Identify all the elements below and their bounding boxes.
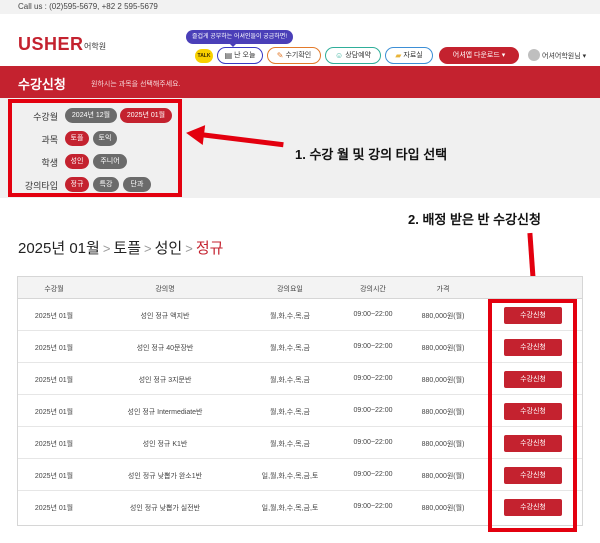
nav-today-button[interactable]: ▤ 난 오늘 — [217, 47, 263, 64]
cell-price: 880,000원(월) — [421, 313, 465, 320]
site-header: USHER 어학원 즐겁게 공부하는 어셔인들이 궁금하면! TALK ▤ 난 오… — [0, 14, 600, 64]
cell-month: 2025년 01월 — [34, 345, 74, 352]
cell-days: 월,화,수,목,금 — [270, 409, 310, 416]
cell-time: 09:00~22:00 — [353, 407, 393, 414]
breadcrumb-separator: > — [185, 241, 193, 256]
person-icon: ☺ — [335, 51, 344, 60]
highlight-box-enroll — [488, 299, 577, 532]
cell-time: 09:00~22:00 — [353, 471, 393, 478]
breadcrumb: 2025년 01월 > 토플 > 성인 > 정규 — [18, 237, 223, 258]
cell-price: 880,000원(월) — [421, 505, 465, 512]
cell-days: 월,화,수,목,금 — [270, 345, 310, 352]
logo[interactable]: USHER — [18, 34, 84, 55]
promo-tooltip: 즐겁게 공부하는 어셔인들이 궁금하면! — [186, 30, 293, 47]
highlight-box-filters — [8, 99, 182, 197]
cell-course-name: 성인 정규 낮뽑가 완소1반 — [127, 473, 203, 480]
cell-days: 일,월,화,수,목,금,토 — [261, 505, 319, 512]
cell-month: 2025년 01월 — [34, 409, 74, 416]
page-banner: 수강신청 원하시는 과목을 선택해주세요. — [0, 66, 600, 98]
cell-course-name: 성인 정규 Intermediate반 — [127, 409, 203, 416]
cell-course-name: 성인 정규 액지반 — [140, 313, 190, 320]
cell-time: 09:00~22:00 — [353, 439, 393, 446]
breadcrumb-month: 2025년 01월 — [18, 240, 100, 257]
breadcrumb-separator: > — [102, 241, 111, 256]
annotation-step-2: 2. 배정 받은 반 수강신청 — [408, 212, 541, 227]
annotation-arrowhead-1 — [184, 122, 206, 146]
nav-review-button[interactable]: ✎ 수기확인 — [267, 47, 321, 64]
logo-subtitle: 어학원 — [84, 42, 107, 51]
pencil-icon: ✎ — [276, 51, 284, 60]
cell-days: 월,화,수,목,금 — [270, 377, 310, 384]
page-title: 수강신청 — [18, 77, 66, 92]
breadcrumb-subject: 토플 — [113, 240, 142, 257]
cell-month: 2025년 01월 — [34, 377, 74, 384]
annotation-arrow-2 — [527, 232, 536, 280]
cell-course-name: 성인 정규 K1반 — [142, 441, 188, 448]
cell-time: 09:00~22:00 — [353, 311, 393, 318]
cell-month: 2025년 01월 — [34, 473, 74, 480]
col-days: 강의요일 — [277, 286, 303, 293]
app-download-button[interactable]: 어셔앱 다운로드 ▾ — [439, 47, 519, 64]
breadcrumb-type: 정규 — [195, 240, 224, 257]
cell-price: 880,000원(월) — [421, 441, 465, 448]
user-menu[interactable]: 어셔어학원님 ▾ — [528, 49, 586, 61]
cell-course-name: 성인 정규 낮뽑가 실전반 — [129, 505, 201, 512]
kakao-talk-icon[interactable]: TALK — [195, 49, 213, 63]
cell-month: 2025년 01월 — [34, 313, 74, 320]
cell-days: 월,화,수,목,금 — [270, 441, 310, 448]
cell-time: 09:00~22:00 — [353, 343, 393, 350]
cell-month: 2025년 01월 — [34, 505, 74, 512]
cell-month: 2025년 01월 — [34, 441, 74, 448]
breadcrumb-student: 성인 — [154, 240, 183, 257]
col-course-name: 강의명 — [155, 286, 175, 293]
cell-price: 880,000원(월) — [421, 377, 465, 384]
col-time: 강의시간 — [360, 286, 386, 293]
nav-consult-button[interactable]: ☺ 상담예약 — [325, 47, 381, 64]
col-month: 수강월 — [44, 286, 64, 293]
nav-resources-button[interactable]: ▰ 자료실 — [385, 47, 433, 64]
cell-price: 880,000원(월) — [421, 473, 465, 480]
cell-days: 일,월,화,수,목,금,토 — [261, 473, 319, 480]
cell-time: 09:00~22:00 — [353, 375, 393, 382]
avatar — [528, 49, 540, 61]
cell-course-name: 성인 정규 40문장반 — [136, 345, 194, 352]
call-info: Call us : (02)595-5679, +82 2 595-5679 — [0, 0, 600, 14]
cell-course-name: 성인 정규 3지문반 — [138, 377, 192, 384]
calendar-icon: ▤ — [224, 51, 233, 60]
annotation-step-1: 1. 수강 월 및 강의 타입 선택 — [295, 147, 448, 162]
page-subtitle: 원하시는 과목을 선택해주세요. — [91, 81, 181, 88]
cell-price: 880,000원(월) — [421, 345, 465, 352]
breadcrumb-separator: > — [144, 241, 152, 256]
cell-days: 월,화,수,목,금 — [270, 313, 310, 320]
table-header: 수강월 강의명 강의요일 강의시간 가격 — [18, 277, 582, 299]
cell-time: 09:00~22:00 — [353, 503, 393, 510]
col-price: 가격 — [436, 286, 450, 293]
folder-icon: ▰ — [395, 51, 402, 60]
cell-price: 880,000원(월) — [421, 409, 465, 416]
